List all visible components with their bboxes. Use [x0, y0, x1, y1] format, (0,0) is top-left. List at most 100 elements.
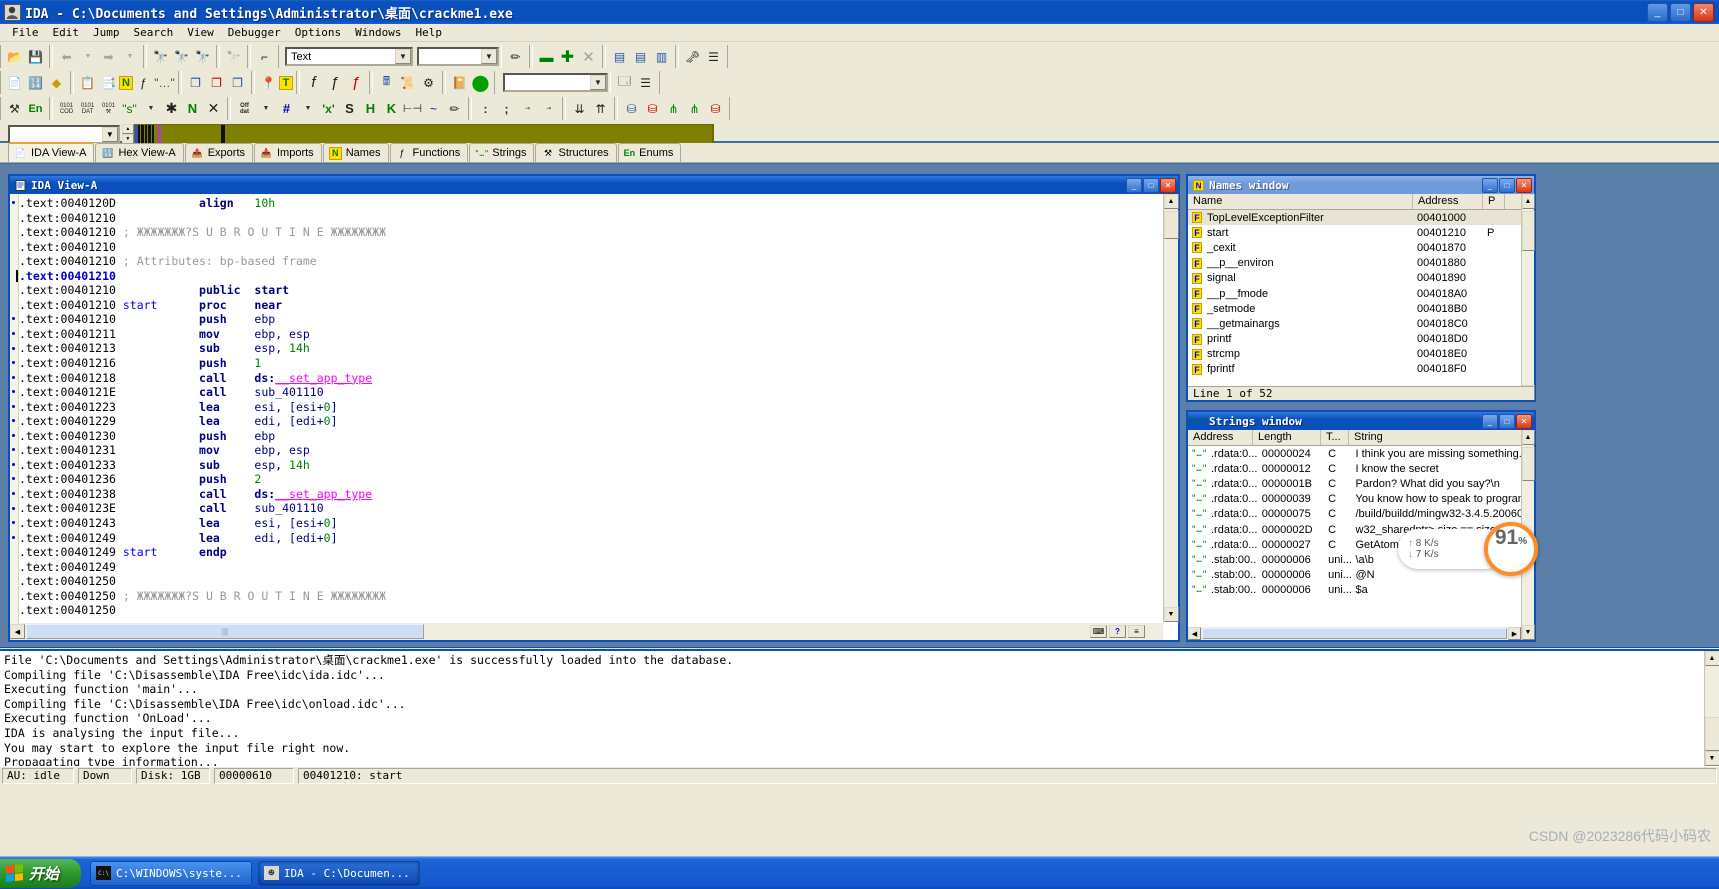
names-row[interactable]: Fprintf 004018D0 [1188, 332, 1521, 347]
text-search-icon[interactable]: 🔭 [171, 46, 192, 67]
disassembly-line[interactable]: .text:00401229 lea edi, [edi+0] [19, 414, 1178, 429]
ida-view-minimize-button[interactable]: _ [1126, 177, 1142, 193]
menu-item-windows[interactable]: Windows [348, 25, 408, 40]
scroll-down-icon[interactable]: ▼ [1704, 751, 1719, 766]
chevron-down-icon[interactable]: ▼ [101, 126, 118, 142]
problems-icon[interactable]: 📍 [258, 72, 279, 93]
debug-windows-icon[interactable]: 🗔 [614, 72, 635, 93]
exports-list-icon[interactable]: 📋 [77, 72, 98, 93]
output-log-text[interactable]: File 'C:\Documents and Settings\Administ… [4, 653, 1703, 766]
names-row[interactable]: F _setmode 004018B0 [1188, 301, 1521, 316]
tab-structures[interactable]: ⚒ Structures [535, 143, 617, 162]
run-icon[interactable]: ⬤ [470, 72, 491, 93]
tab-strings[interactable]: "…" Strings [469, 143, 535, 162]
strings-header-address[interactable]: Address [1188, 430, 1253, 445]
names-minimize-button[interactable]: _ [1482, 177, 1498, 193]
names-header-p[interactable]: P [1483, 194, 1505, 209]
chevron-down-icon[interactable]: ▼ [481, 49, 497, 64]
disassembly-line[interactable]: .text:00401210 public start [19, 283, 1178, 298]
disassembly-line[interactable]: .text:00401216 push 1 [19, 356, 1178, 371]
menu-item-debugger[interactable]: Debugger [221, 25, 288, 40]
collapse-function-icon[interactable]: ⇊ [569, 98, 590, 119]
menu-item-search[interactable]: Search [127, 25, 181, 40]
ida-view-maximize-button[interactable]: □ [1143, 177, 1159, 193]
strings-header-string[interactable]: String [1349, 430, 1524, 445]
tab-names[interactable]: N Names [322, 143, 389, 162]
disassembly-line[interactable]: .text:00401211 mov ebp, esp [19, 327, 1178, 342]
zoom-key-icon[interactable]: 🗝 [682, 46, 703, 67]
disassembly-line[interactable]: .text:0040123E call sub_401110 [19, 501, 1178, 516]
disassembly-line[interactable]: .text:00401243 lea esi, [esi+0] [19, 516, 1178, 531]
names-rows[interactable]: F TopLevelExceptionFilter 00401000 Fstart 00… [1188, 210, 1521, 386]
disassembly-view-icon[interactable]: 📄 [4, 72, 25, 93]
disassembly-line[interactable]: .text:00401210 [19, 269, 1178, 284]
menu-item-edit[interactable]: Edit [46, 25, 87, 40]
scroll-left-icon[interactable]: ◀ [10, 624, 25, 639]
notepad-icon[interactable]: 📔 [449, 72, 470, 93]
strings-row[interactable]: "…" .rdata:0... 00000024 C I think you are m… [1188, 446, 1521, 461]
tile-vertical-icon[interactable]: ▤ [630, 46, 651, 67]
hex-number-icon[interactable]: # [276, 98, 297, 119]
strings-maximize-button[interactable]: □ [1499, 413, 1515, 429]
sequence-search-icon[interactable]: 🔭 [192, 46, 213, 67]
ida-view-close-button[interactable]: ✕ [1160, 177, 1176, 193]
rename-icon[interactable]: N [182, 98, 203, 119]
xref-to-icon[interactable]: ⋔ [684, 98, 705, 119]
strings-row[interactable]: "…" .rdata:0... 00000075 C/build/buildd/min… [1188, 507, 1521, 522]
navigator-band[interactable] [133, 124, 713, 144]
selectors-icon[interactable]: ❐ [227, 72, 248, 93]
function-b-icon[interactable]: ƒ [324, 72, 345, 93]
strings-row[interactable]: "…" .rdata:0... 00000039 C You know how to s… [1188, 492, 1521, 507]
start-button[interactable]: 开始 [0, 858, 82, 888]
names-row[interactable]: F _cexit 00401870 [1188, 240, 1521, 255]
disassembly-line[interactable]: .text:00401236 push 2 [19, 472, 1178, 487]
hex-h-icon[interactable]: H [360, 98, 381, 119]
close-button[interactable]: ✕ [1693, 2, 1714, 22]
forward-dropdown-icon[interactable]: ▼ [119, 46, 140, 67]
disassembly-line[interactable]: .text:00401218 call ds:__set_app_type [19, 371, 1178, 386]
disassembly-line[interactable]: .text:00401210 [19, 211, 1178, 226]
output-vscroll-thumb[interactable] [1704, 717, 1719, 751]
back-dropdown-icon[interactable]: ▼ [77, 46, 98, 67]
make-data-icon[interactable]: 0101 DAT [77, 98, 98, 119]
strings-hscroll-thumb[interactable] [1202, 628, 1507, 639]
output-vertical-scrollbar[interactable]: ▲ ▼ [1704, 651, 1719, 766]
scroll-left-icon[interactable]: ◀ [1188, 627, 1201, 640]
strings-list-icon[interactable]: "…" [154, 72, 175, 93]
names-maximize-button[interactable]: □ [1499, 177, 1515, 193]
chevron-down-icon[interactable]: ▼ [590, 75, 606, 90]
scroll-up-icon[interactable]: ▲ [1163, 194, 1179, 209]
highlight-pen-icon[interactable]: ✏ [505, 46, 526, 67]
disassembly-line[interactable]: .text:00401223 lea esi, [esi+0] [19, 400, 1178, 415]
disassembly-line[interactable]: .text:00401250 ; ЖЖЖЖЖЖЖ?S U B R O U T I… [19, 589, 1178, 604]
names-list-icon[interactable]: N [119, 75, 133, 90]
names-row[interactable]: Fstrcmp 004018E0 [1188, 347, 1521, 362]
add-breakpoint-icon[interactable]: ✚ [557, 46, 578, 67]
gear-icon[interactable]: ⚙ [418, 72, 439, 93]
scroll-down-icon[interactable]: ▼ [1163, 607, 1179, 622]
disassembly-line[interactable]: .text:00401231 mov ebp, esp [19, 443, 1178, 458]
strings-minimize-button[interactable]: _ [1482, 413, 1498, 429]
names-row[interactable]: Ffprintf 004018F0 [1188, 362, 1521, 377]
strings-header-t[interactable]: T... [1321, 430, 1349, 445]
disassembly-line[interactable]: .text:00401249 start endp [19, 545, 1178, 560]
debugger-select-combo[interactable]: ▼ [503, 73, 608, 92]
names-row[interactable]: Fsignal 00401890 [1188, 271, 1521, 286]
segment-registers-icon[interactable]: ❐ [206, 72, 227, 93]
menu-item-view[interactable]: View [180, 25, 221, 40]
search-type-combo[interactable]: Text ▼ [285, 47, 413, 66]
disassembly-line[interactable]: .text:00401230 push ebp [19, 429, 1178, 444]
taskbar-item[interactable]: C:\ C:\WINDOWS\syste... [90, 860, 252, 886]
function-italic-icon[interactable]: f [303, 72, 324, 93]
disassembly-horizontal-scrollbar[interactable]: ◀ ||| ⌨ ? ≡ [10, 623, 1163, 640]
language-en-icon[interactable]: En [25, 98, 46, 119]
names-header-address[interactable]: Address [1413, 194, 1483, 209]
search-again-icon[interactable]: 🔭 [223, 46, 244, 67]
strings-row[interactable]: "…" .stab:00... 00000006 uni... $a [1188, 583, 1521, 598]
edit-pencil-icon[interactable]: ✏ [444, 98, 465, 119]
delete-breakpoint-icon[interactable]: ✕ [578, 46, 599, 67]
disassembly-line[interactable]: .text:00401210 ; Attributes: bp-based fr… [19, 254, 1178, 269]
tab-imports[interactable]: 📥 Imports [254, 143, 322, 162]
string-dropdown-icon[interactable]: ▼ [140, 98, 161, 119]
chevron-down-icon[interactable]: ▼ [395, 49, 411, 64]
